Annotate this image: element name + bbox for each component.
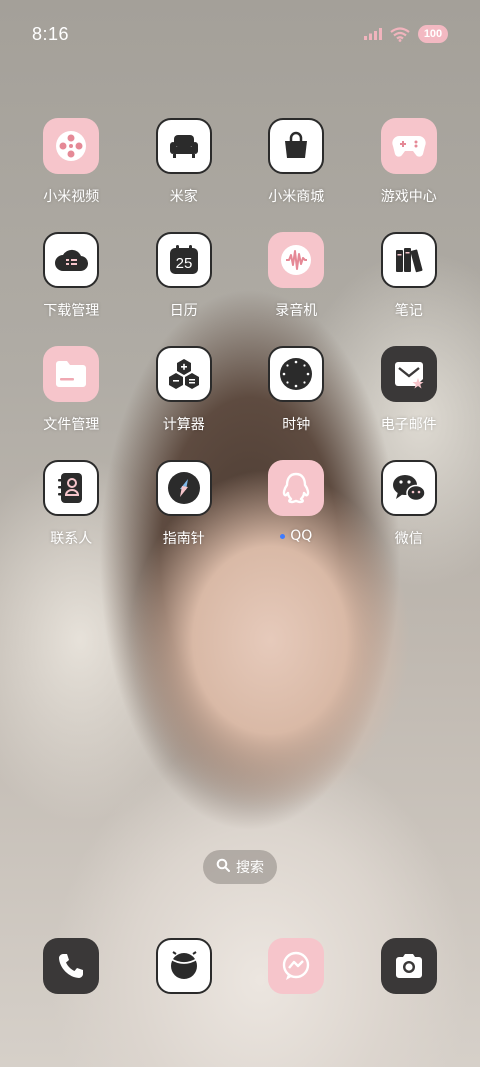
calendar-day: 25	[175, 255, 192, 272]
messages-icon	[268, 938, 325, 994]
app-downloads[interactable]: 下载管理	[15, 232, 128, 320]
app-qq[interactable]: QQ	[240, 460, 353, 548]
app-file-manager[interactable]: 文件管理	[15, 346, 128, 434]
penguin-icon	[268, 460, 325, 516]
status-time: 8:16	[32, 23, 70, 44]
mail-icon	[380, 346, 437, 402]
app-label-text: QQ	[290, 528, 313, 544]
app-email[interactable]: 电子邮件	[353, 346, 466, 434]
dock-messages[interactable]	[240, 938, 353, 994]
dock-phone[interactable]	[15, 938, 128, 994]
app-label: QQ	[280, 528, 312, 544]
app-notes[interactable]: 笔记	[353, 232, 466, 320]
calculator-icon	[155, 346, 212, 402]
app-label: 小米商城	[268, 189, 325, 205]
app-label: 笔记	[394, 303, 423, 319]
app-label: 小米视频	[43, 189, 100, 205]
app-mijia[interactable]: 米家	[128, 118, 241, 206]
app-calendar[interactable]: 25 日历	[128, 232, 241, 320]
app-mi-store[interactable]: 小米商城	[240, 118, 353, 206]
dock	[15, 938, 465, 994]
contact-book-icon	[43, 460, 100, 516]
browser-icon	[155, 938, 212, 994]
app-recorder[interactable]: 录音机	[240, 232, 353, 320]
battery-icon: 100	[418, 25, 448, 43]
search-icon	[216, 858, 230, 876]
app-compass[interactable]: 指南针	[128, 460, 241, 548]
app-calculator[interactable]: 计算器	[128, 346, 241, 434]
search-label: 搜索	[236, 860, 264, 876]
app-mi-video[interactable]: 小米视频	[15, 118, 128, 206]
app-label: 时钟	[282, 417, 311, 433]
status-bar: 8:16 100	[0, 0, 480, 68]
phone-icon	[43, 938, 100, 994]
app-label: 游戏中心	[380, 189, 437, 205]
app-game-center[interactable]: 游戏中心	[353, 118, 466, 206]
app-contacts[interactable]: 联系人	[15, 460, 128, 548]
books-icon	[380, 232, 437, 288]
app-grid: 小米视频 米家 小米商城 游戏中心 下载管理 25 日历 录音机 笔记 文件管理…	[15, 118, 465, 548]
shopping-bag-icon	[268, 118, 325, 174]
waveform-icon	[268, 232, 325, 288]
cloud-download-icon	[43, 232, 100, 288]
app-label: 计算器	[162, 417, 205, 433]
app-label: 日历	[169, 303, 198, 319]
film-reel-icon	[43, 118, 100, 174]
signal-icon	[364, 28, 382, 40]
new-install-dot	[280, 533, 286, 539]
folder-icon	[43, 346, 100, 402]
app-label: 指南针	[162, 531, 205, 547]
app-wechat[interactable]: 微信	[353, 460, 466, 548]
app-label: 录音机	[275, 303, 318, 319]
app-label: 微信	[394, 531, 423, 547]
clock-icon	[268, 346, 325, 402]
dock-camera[interactable]	[353, 938, 466, 994]
dock-browser[interactable]	[128, 938, 241, 994]
app-label: 米家	[169, 189, 198, 205]
app-label: 电子邮件	[380, 417, 437, 433]
calendar-icon: 25	[155, 232, 212, 288]
search-button[interactable]: 搜索	[203, 850, 277, 884]
app-clock[interactable]: 时钟	[240, 346, 353, 434]
app-label: 下载管理	[43, 303, 100, 319]
wifi-icon	[390, 26, 410, 42]
gamepad-icon	[380, 118, 437, 174]
sofa-icon	[155, 118, 212, 174]
compass-icon	[155, 460, 212, 516]
app-label: 联系人	[50, 531, 93, 547]
app-label: 文件管理	[43, 417, 100, 433]
status-icons: 100	[364, 25, 448, 43]
wechat-icon	[380, 460, 437, 516]
camera-icon	[380, 938, 437, 994]
